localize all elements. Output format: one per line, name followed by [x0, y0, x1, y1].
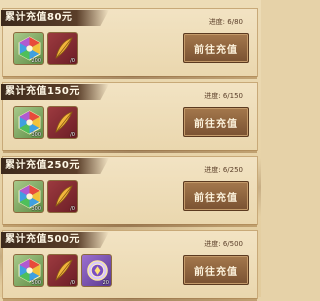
reward-count: /0: [70, 280, 75, 286]
reward-card: 累计充值250元 进度: 6/250 300 /0 前往充值: [1, 156, 258, 227]
card-title-banner: 累计充值500元: [1, 232, 109, 248]
card-title: 累计充值80元: [5, 12, 73, 23]
goto-recharge-button[interactable]: 前往充值: [183, 107, 249, 137]
reward-count: 500: [31, 280, 41, 286]
reward-count: /0: [70, 206, 75, 212]
progress-text: 进度: 6/250: [204, 166, 243, 174]
reward-item-token[interactable]: 20: [81, 254, 112, 287]
reward-item-gem[interactable]: 300: [13, 106, 44, 139]
card-title: 累计充值150元: [5, 86, 80, 97]
reward-count: 200: [31, 58, 41, 64]
reward-count: 300: [31, 132, 41, 138]
card-title-banner: 累计充值250元: [1, 158, 109, 174]
reward-item-feather[interactable]: /0: [47, 180, 78, 213]
reward-item-feather[interactable]: /0: [47, 254, 78, 287]
card-title-banner: 累计充值80元: [1, 10, 109, 26]
reward-card: 累计充值150元 进度: 6/150 300 /0 前往充值: [1, 82, 258, 153]
reward-count: 20: [102, 280, 109, 286]
gold-token-icon: [87, 260, 108, 281]
progress-text: 进度: 6/150: [204, 92, 243, 100]
goto-recharge-button[interactable]: 前往充值: [183, 33, 249, 63]
reward-item-gem[interactable]: 300: [13, 180, 44, 213]
card-title: 累计充值500元: [5, 234, 80, 245]
reward-count: /0: [70, 132, 75, 138]
reward-item-feather[interactable]: /0: [47, 32, 78, 65]
progress-text: 进度: 6/80: [208, 18, 243, 26]
reward-card: 累计充值80元 进度: 6/80 200 /0 前往充值: [1, 8, 258, 79]
goto-recharge-button[interactable]: 前往充值: [183, 181, 249, 211]
card-title-banner: 累计充值150元: [1, 84, 109, 100]
reward-count: 300: [31, 206, 41, 212]
progress-text: 进度: 6/500: [204, 240, 243, 248]
goto-recharge-button[interactable]: 前往充值: [183, 255, 249, 285]
reward-item-gem[interactable]: 500: [13, 254, 44, 287]
reward-item-feather[interactable]: /0: [47, 106, 78, 139]
reward-card: 累计充值500元 进度: 6/500 500 /0 20 前往充值: [1, 230, 258, 301]
card-title: 累计充值250元: [5, 160, 80, 171]
reward-count: /0: [70, 58, 75, 64]
reward-item-gem[interactable]: 200: [13, 32, 44, 65]
